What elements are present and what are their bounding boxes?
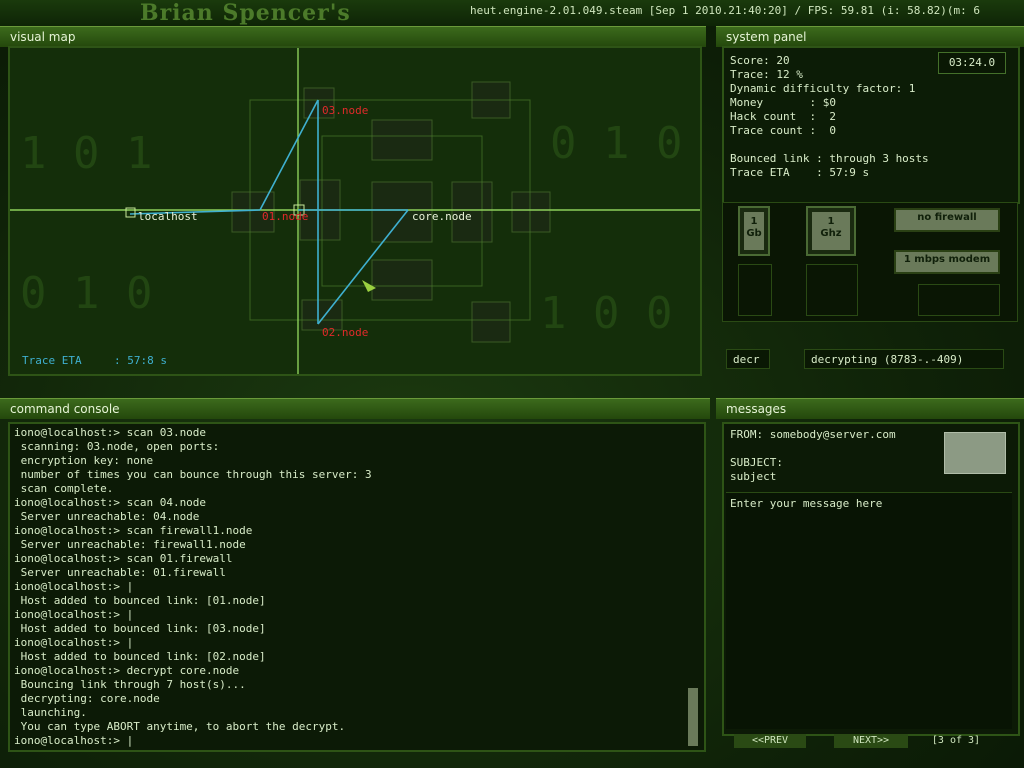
- messages-title: messages: [726, 402, 787, 416]
- map-node-localhost[interactable]: localhost: [138, 210, 198, 223]
- console-title: command console: [10, 402, 120, 416]
- svg-text:0 1 0: 0 1 0: [20, 268, 152, 319]
- system-stat-line: Bounced link : through 3 hosts: [730, 152, 929, 165]
- memory-label: 1 Gb: [744, 212, 764, 250]
- console-line: launching.: [14, 706, 87, 719]
- next-button[interactable]: NEXT>>: [834, 734, 908, 748]
- console-line: encryption key: none: [14, 454, 154, 467]
- map-node-03[interactable]: 03.node: [322, 104, 368, 117]
- system-stat-line: Trace ETA : 57:9 s: [730, 166, 870, 179]
- decr-status: decrypting (8783-.-409): [804, 349, 1004, 369]
- console-line: iono@localhost:> |: [14, 580, 134, 593]
- empty-slot-2[interactable]: [806, 264, 858, 316]
- system-stat-line: Trace count : 0: [730, 124, 836, 137]
- system-stats: Score: 20 Trace: 12 % Dynamic difficulty f…: [730, 54, 929, 180]
- svg-text:0 1 0: 0 1 0: [550, 118, 682, 169]
- system-stat-line: [730, 138, 929, 152]
- map-node-core[interactable]: core.node: [412, 210, 472, 223]
- message-subject[interactable]: subject: [730, 470, 776, 484]
- console-line: iono@localhost:> scan 04.node: [14, 496, 207, 509]
- visual-map-title: visual map: [10, 30, 76, 44]
- message-from: FROM: somebody@server.com: [730, 428, 896, 441]
- system-panel-header: system panel: [716, 26, 1024, 47]
- console-line: scanning: 03.node, open ports:: [14, 440, 220, 453]
- firewall-slot[interactable]: no firewall: [894, 208, 1000, 232]
- console-line: iono@localhost:> |: [14, 734, 134, 747]
- cpu-chip-icon[interactable]: 1 Ghz: [806, 206, 856, 256]
- game-timer: 03:24.0: [938, 52, 1006, 74]
- console-line: Bouncing link through 7 host(s)...: [14, 678, 246, 691]
- console-line: iono@localhost:> scan firewall1.node: [14, 524, 253, 537]
- console-line: Server unreachable: firewall1.node: [14, 538, 246, 551]
- console-line: Host added to bounced link: [02.node]: [14, 650, 266, 663]
- envelope-icon[interactable]: [944, 432, 1006, 474]
- visual-map[interactable]: 1 0 1 0 1 0 0 1 0 1 0 0 1: [8, 46, 702, 376]
- messages-header: messages: [716, 398, 1024, 419]
- message-body[interactable]: Enter your message here: [726, 492, 1012, 729]
- map-node-02[interactable]: 02.node: [322, 326, 368, 339]
- console-line: iono@localhost:> |: [14, 608, 134, 621]
- map-node-01[interactable]: 01.node: [262, 210, 308, 223]
- console-line: iono@localhost:> decrypt core.node: [14, 664, 240, 677]
- console-line: scan complete.: [14, 482, 114, 495]
- map-trace-eta-label: Trace ETA: [22, 354, 82, 367]
- console-line: Host added to bounced link: [01.node]: [14, 594, 266, 607]
- pager-text: [3 of 3]: [931, 735, 981, 746]
- console-line: You can type ABORT anytime, to abort the…: [14, 720, 346, 733]
- decr-label: decr: [726, 349, 770, 369]
- console-line: decrypting: core.node: [14, 692, 160, 705]
- game-title: Brian Spencer's: [140, 0, 351, 26]
- svg-text:1 0 0 1: 1 0 0 1: [540, 288, 700, 339]
- console-line: Server unreachable: 04.node: [14, 510, 200, 523]
- system-stat-line: Score: 20: [730, 54, 790, 67]
- memory-chip-icon[interactable]: 1 Gb: [738, 206, 770, 256]
- modem-slot[interactable]: 1 mbps modem: [894, 250, 1000, 274]
- empty-slot-3[interactable]: [918, 284, 1000, 316]
- visual-map-header: visual map: [0, 26, 706, 47]
- console-line: Server unreachable: 01.firewall: [14, 566, 226, 579]
- system-stat-line: Hack count : 2: [730, 110, 836, 123]
- cpu-label: 1 Ghz: [812, 212, 850, 250]
- system-panel-title: system panel: [726, 30, 807, 44]
- prev-button[interactable]: <<PREV: [734, 734, 806, 748]
- console-header: command console: [0, 398, 710, 419]
- console-output: iono@localhost:> scan 03.node scanning: …: [14, 426, 372, 748]
- console-scrollbar[interactable]: [688, 688, 698, 746]
- system-stat-line: Money : $0: [730, 96, 836, 109]
- command-console[interactable]: iono@localhost:> scan 03.node scanning: …: [8, 422, 706, 752]
- console-line: iono@localhost:> |: [14, 636, 134, 649]
- empty-slot-1[interactable]: [738, 264, 772, 316]
- console-line: iono@localhost:> scan 03.node: [14, 426, 207, 439]
- engine-info: heut.engine-2.01.049.steam [Sep 1 2010.2…: [470, 4, 980, 17]
- console-line: number of times you can bounce through t…: [14, 468, 372, 481]
- console-line: Host added to bounced link: [03.node]: [14, 622, 266, 635]
- message-subject-label: SUBJECT:: [730, 456, 783, 469]
- svg-text:1 0 1: 1 0 1: [20, 128, 152, 179]
- console-line: iono@localhost:> scan 01.firewall: [14, 552, 233, 565]
- system-stat-line: Trace: 12 %: [730, 68, 803, 81]
- system-stat-line: Dynamic difficulty factor: 1: [730, 82, 916, 95]
- message-placeholder: Enter your message here: [730, 497, 883, 510]
- map-trace-eta-value: : 57:8 s: [114, 354, 167, 367]
